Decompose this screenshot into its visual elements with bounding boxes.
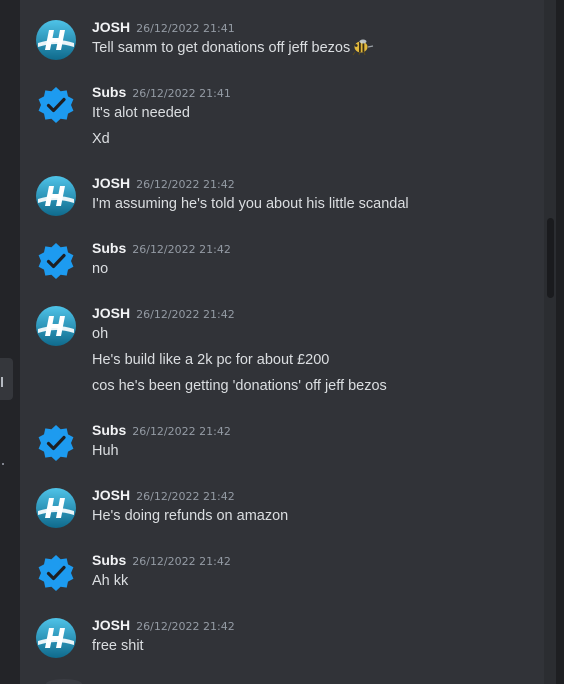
message-text: I'm assuming he's told you about his lit… [92, 196, 409, 212]
chat-messages: JOSH 26/12/2022 21:41 Tell samm to get do… [20, 0, 556, 684]
message-line: Tell samm to get donations off jeff bezo… [92, 38, 374, 58]
message-text: free shit [92, 638, 144, 654]
timestamp: 26/12/2022 21:41 [136, 22, 235, 35]
username[interactable]: Subs [92, 552, 126, 568]
message-text: Huh [92, 443, 119, 459]
verified-badge-icon [36, 423, 76, 463]
username[interactable]: Subs [92, 240, 126, 256]
timestamp: 26/12/2022 21:41 [132, 87, 231, 100]
avatar[interactable] [36, 423, 76, 463]
next-message-avatar-partial [46, 679, 82, 684]
avatar[interactable] [36, 176, 76, 216]
message-text: Ah kk [92, 573, 129, 589]
panel-tab-marker [1, 377, 3, 387]
message-header: JOSH 26/12/2022 21:41 [92, 17, 235, 39]
message-text: He's build like a 2k pc for about £200 [92, 352, 330, 368]
avatar[interactable] [36, 85, 76, 125]
timestamp: 26/12/2022 21:42 [136, 490, 235, 503]
scrollbar-thumb[interactable] [547, 218, 554, 298]
message-text: He's doing refunds on amazon [92, 508, 289, 524]
avatar[interactable] [36, 553, 76, 593]
verified-badge-icon [36, 553, 76, 593]
left-rail [0, 0, 20, 684]
message-text: cos he's been getting 'donations' off je… [92, 378, 387, 394]
message-text: It's alot needed [92, 105, 190, 121]
rail-dot [2, 463, 4, 465]
message-header: Subs 26/12/2022 21:42 [92, 550, 231, 572]
message-text: oh [92, 326, 109, 342]
timestamp: 26/12/2022 21:42 [132, 243, 231, 256]
verified-badge-icon [36, 85, 76, 125]
message-header: Subs 26/12/2022 21:42 [92, 420, 231, 442]
message-header: Subs 26/12/2022 21:42 [92, 238, 231, 260]
username[interactable]: JOSH [92, 175, 130, 191]
verified-badge-icon [36, 241, 76, 281]
avatar[interactable] [36, 241, 76, 281]
username[interactable]: JOSH [92, 617, 130, 633]
message-header: Subs 26/12/2022 21:41 [92, 82, 231, 104]
username[interactable]: JOSH [92, 19, 130, 35]
avatar[interactable] [36, 618, 76, 658]
h-logo-icon [36, 20, 76, 60]
cartoon-bee-emoji-icon [352, 38, 374, 56]
avatar[interactable] [36, 488, 76, 528]
timestamp: 26/12/2022 21:42 [136, 620, 235, 633]
username[interactable]: JOSH [92, 305, 130, 321]
message-text: no [92, 261, 109, 277]
avatar[interactable] [36, 306, 76, 346]
h-logo-icon [36, 618, 76, 658]
timestamp: 26/12/2022 21:42 [136, 178, 235, 191]
username[interactable]: Subs [92, 422, 126, 438]
message-text: Tell samm to get donations off jeff bezo… [92, 40, 351, 56]
h-logo-icon [36, 488, 76, 528]
timestamp: 26/12/2022 21:42 [136, 308, 235, 321]
scrollbar-track[interactable] [544, 0, 556, 684]
username[interactable]: JOSH [92, 487, 130, 503]
timestamp: 26/12/2022 21:42 [132, 425, 231, 438]
timestamp: 26/12/2022 21:42 [132, 555, 231, 568]
message-header: JOSH 26/12/2022 21:42 [92, 615, 235, 637]
message-text: Xd [92, 131, 110, 147]
h-logo-icon [36, 176, 76, 216]
collapsed-panel-tab[interactable] [0, 358, 13, 400]
h-logo-icon [36, 306, 76, 346]
username[interactable]: Subs [92, 84, 126, 100]
right-edge [556, 0, 564, 684]
message-header: JOSH 26/12/2022 21:42 [92, 485, 235, 507]
avatar[interactable] [36, 20, 76, 60]
message-header: JOSH 26/12/2022 21:42 [92, 173, 235, 195]
message-header: JOSH 26/12/2022 21:42 [92, 303, 235, 325]
